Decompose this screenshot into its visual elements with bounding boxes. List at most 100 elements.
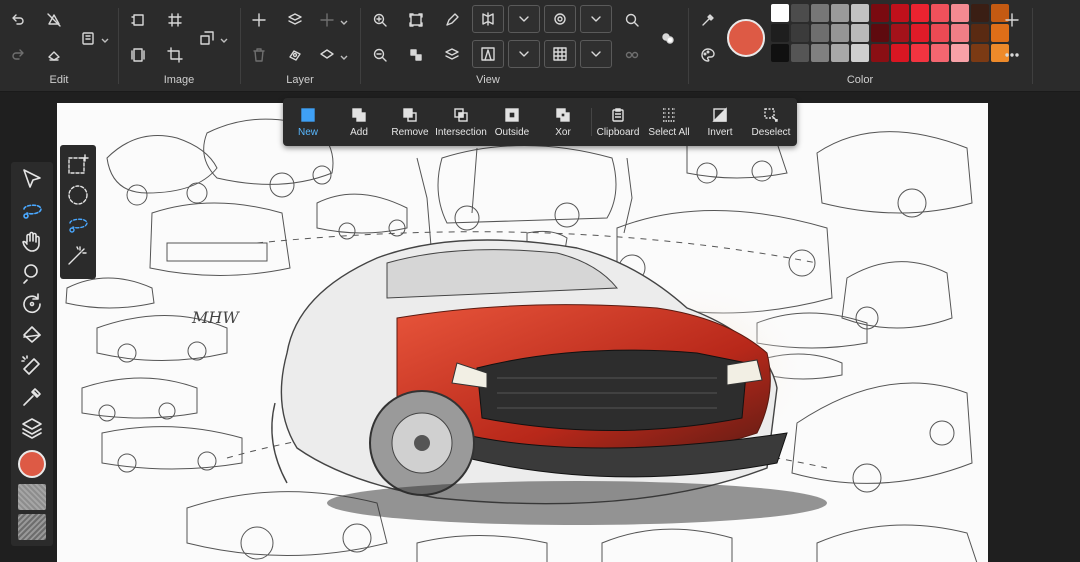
layers-tool[interactable]	[16, 415, 48, 445]
grid-dropdown-button[interactable]	[580, 40, 612, 68]
symmetry-dropdown-button[interactable]	[508, 5, 540, 33]
clear-selection-icon[interactable]	[40, 6, 68, 34]
radial-dropdown-button[interactable]	[580, 5, 612, 33]
fit-to-window-icon[interactable]	[402, 6, 430, 34]
palette-swatch[interactable]	[891, 24, 909, 42]
zoom-tool[interactable]	[16, 260, 48, 290]
chevron-down-icon[interactable]	[219, 33, 229, 43]
chevron-down-icon[interactable]	[100, 33, 110, 43]
palette-swatch[interactable]	[871, 4, 889, 22]
delete-layer-icon[interactable]	[245, 41, 273, 69]
outside-selection-button[interactable]: Outside	[487, 98, 537, 146]
deselect-button[interactable]: Deselect	[746, 98, 796, 146]
invert-selection-button[interactable]: Invert	[695, 98, 745, 146]
palette-swatch[interactable]	[811, 24, 829, 42]
canvas-size-icon[interactable]	[124, 41, 152, 69]
palette-swatch[interactable]	[791, 4, 809, 22]
remove-selection-button[interactable]: Remove	[385, 98, 435, 146]
magic-wand-tool[interactable]	[64, 243, 92, 271]
transparency-icon[interactable]	[402, 41, 430, 69]
palette-icon[interactable]	[694, 41, 722, 69]
palette-swatch[interactable]	[771, 24, 789, 42]
eraser-tool[interactable]	[16, 353, 48, 383]
resize-icon[interactable]	[193, 24, 221, 52]
new-selection-button[interactable]: New	[283, 98, 333, 146]
merge-icon[interactable]	[313, 6, 341, 34]
chevron-down-icon[interactable]	[339, 15, 349, 25]
select-all-button[interactable]: Select All	[644, 98, 694, 146]
palette-swatch[interactable]	[931, 24, 949, 42]
add-color-icon[interactable]	[998, 6, 1026, 34]
rotate-tool[interactable]	[16, 291, 48, 321]
palette-swatch[interactable]	[971, 24, 989, 42]
eyedropper-icon[interactable]	[694, 6, 722, 34]
zoom-to-selection-icon[interactable]	[618, 6, 646, 34]
palette-swatch[interactable]	[951, 44, 969, 62]
palette-swatch[interactable]	[931, 4, 949, 22]
palette-swatch[interactable]	[831, 24, 849, 42]
palette-swatch[interactable]	[771, 4, 789, 22]
layers-view-icon[interactable]	[438, 41, 466, 69]
hand-tool[interactable]	[16, 229, 48, 259]
crop-icon[interactable]	[161, 41, 189, 69]
palette-swatch[interactable]	[971, 44, 989, 62]
intersection-selection-button[interactable]: Intersection	[435, 98, 487, 146]
clipboard-button[interactable]: Clipboard	[593, 98, 643, 146]
layer-properties-icon[interactable]	[281, 41, 309, 69]
mirror-symmetry-button[interactable]	[472, 5, 504, 33]
color-mode-icon[interactable]	[654, 24, 682, 52]
palette-swatch[interactable]	[851, 24, 869, 42]
palette-swatch[interactable]	[911, 24, 929, 42]
redo-icon[interactable]	[4, 41, 32, 69]
palette-swatch[interactable]	[871, 24, 889, 42]
eyedropper-tool[interactable]	[16, 384, 48, 414]
palette-swatch[interactable]	[871, 44, 889, 62]
palette-swatch[interactable]	[791, 44, 809, 62]
xor-selection-button[interactable]: Xor	[538, 98, 588, 146]
layers-icon[interactable]	[281, 6, 309, 34]
lasso-select-tool-main[interactable]	[16, 198, 48, 228]
palette-swatch[interactable]	[831, 44, 849, 62]
grid-view-button[interactable]	[544, 40, 576, 68]
perspective-grid-button[interactable]	[472, 40, 504, 68]
fill-tool[interactable]	[16, 322, 48, 352]
palette-swatch[interactable]	[971, 4, 989, 22]
lasso-select-tool[interactable]	[64, 213, 92, 241]
crop-to-selection-icon[interactable]	[124, 6, 152, 34]
palette-swatch[interactable]	[851, 44, 869, 62]
pointer-tool[interactable]	[16, 166, 48, 196]
palette-swatch[interactable]	[911, 44, 929, 62]
rectangle-select-tool[interactable]	[64, 153, 92, 181]
perspective-dropdown-button[interactable]	[508, 40, 540, 68]
more-options-icon[interactable]	[998, 41, 1026, 69]
palette-swatch[interactable]	[911, 4, 929, 22]
zoom-in-icon[interactable]	[366, 6, 394, 34]
chevron-down-icon[interactable]	[339, 50, 349, 60]
add-selection-button[interactable]: Add	[334, 98, 384, 146]
palette-swatch[interactable]	[891, 4, 909, 22]
palette-swatch[interactable]	[811, 4, 829, 22]
palette-swatch[interactable]	[931, 44, 949, 62]
paste-icon[interactable]	[74, 24, 102, 52]
zoom-out-icon[interactable]	[366, 41, 394, 69]
palette-swatch[interactable]	[771, 44, 789, 62]
radial-symmetry-button[interactable]	[544, 5, 576, 33]
palette-swatch[interactable]	[851, 4, 869, 22]
pen-icon[interactable]	[438, 6, 466, 34]
add-layer-icon[interactable]	[245, 6, 273, 34]
drawing-canvas[interactable]: MHW	[57, 103, 988, 562]
stamp-icon[interactable]	[40, 41, 68, 69]
link-icon[interactable]	[618, 41, 646, 69]
palette-swatch[interactable]	[791, 24, 809, 42]
palette-swatch[interactable]	[951, 4, 969, 22]
palette-swatch[interactable]	[891, 44, 909, 62]
brush-texture-1[interactable]	[18, 484, 46, 510]
primary-color-swatch[interactable]	[18, 450, 46, 478]
undo-icon[interactable]	[4, 6, 32, 34]
brush-texture-2[interactable]	[18, 514, 46, 540]
ellipse-select-tool[interactable]	[64, 183, 92, 211]
palette-swatch[interactable]	[811, 44, 829, 62]
layer-order-icon[interactable]	[313, 41, 341, 69]
palette-swatch[interactable]	[831, 4, 849, 22]
grid-icon[interactable]	[161, 6, 189, 34]
